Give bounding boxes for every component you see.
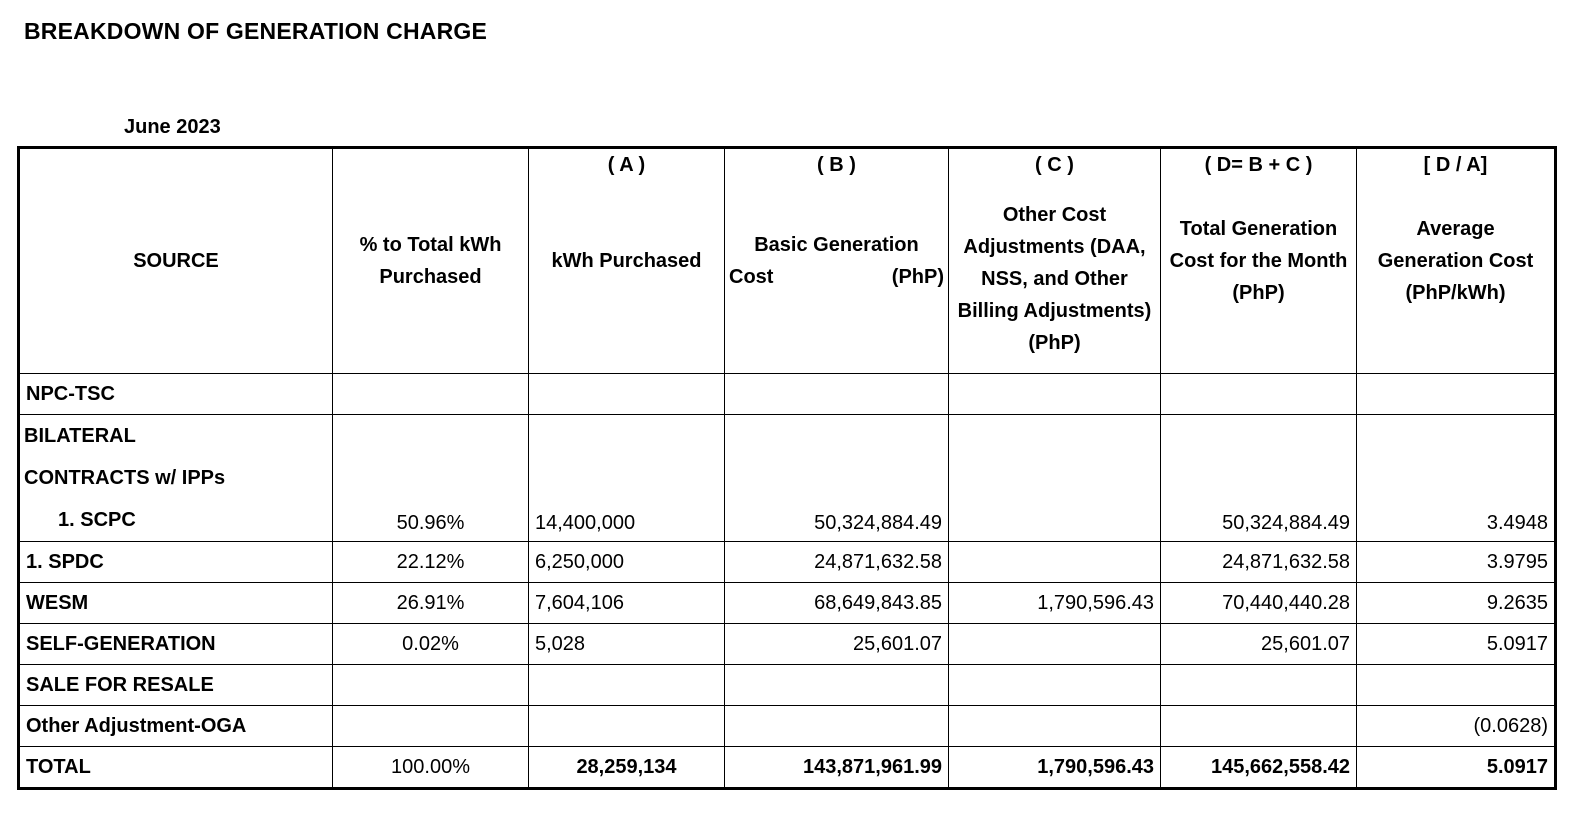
header-basic-label: Basic Generation Cost (PhP) (729, 229, 944, 293)
source-cell: 1. SPDC (18, 541, 333, 583)
pct-cell: 0.02% (332, 623, 529, 665)
pct-cell: 22.12% (332, 541, 529, 583)
pct-cell (332, 705, 529, 747)
source-cell: SELF-GENERATION (18, 623, 333, 665)
table-row: Other Adjustment-OGA (0.0628) (18, 705, 1556, 747)
header-total-label: Total Generation Cost for the Month (PhP… (1169, 218, 1348, 304)
header-total-code: ( D= B + C ) (1204, 154, 1313, 176)
table-row: 1. SPDC 22.12% 6,250,000 24,871,632.58 2… (18, 541, 1556, 583)
basic-cell: 25,601.07 (724, 623, 949, 665)
pct-cell (332, 664, 529, 706)
other-cell: 1,790,596.43 (948, 582, 1161, 624)
header-avg: [ D / A] Average Generation Cost (PhP/kW… (1356, 147, 1556, 374)
total-cell: 70,440,440.28 (1160, 582, 1357, 624)
source-cell: TOTAL (18, 746, 333, 789)
total-cell (1160, 664, 1357, 706)
kwh-cell: 6,250,000 (528, 541, 725, 583)
other-cell (948, 373, 1161, 415)
source-cell: SALE FOR RESALE (18, 664, 333, 706)
other-cell (948, 414, 1161, 542)
table-row: BILATERAL CONTRACTS w/ IPPs 1. SCPC 50.9… (18, 414, 1556, 542)
total-row: TOTAL 100.00% 28,259,134 143,871,961.99 … (18, 746, 1556, 789)
source-cell: NPC-TSC (18, 373, 333, 415)
pct-cell (332, 373, 529, 415)
kwh-cell: 5,028 (528, 623, 725, 665)
basic-cell: 50,324,884.49 (724, 414, 949, 542)
header-basic-line1: Basic Generation (754, 234, 919, 256)
kwh-cell: 14,400,000 (528, 414, 725, 542)
basic-cell (724, 373, 949, 415)
avg-cell: 5.0917 (1356, 746, 1556, 789)
avg-cell: 3.4948 (1356, 414, 1556, 542)
avg-cell: 5.0917 (1356, 623, 1556, 665)
total-cell: 145,662,558.42 (1160, 746, 1357, 789)
other-cell: 1,790,596.43 (948, 746, 1161, 789)
avg-cell: (0.0628) (1356, 705, 1556, 747)
header-pct: % to Total kWh Purchased (332, 147, 529, 374)
header-basic-code: ( B ) (817, 154, 856, 176)
table-row: WESM 26.91% 7,604,106 68,649,843.85 1,79… (18, 582, 1556, 624)
other-cell (948, 541, 1161, 583)
avg-cell (1356, 373, 1556, 415)
header-avg-label: Average Generation Cost (PhP/kWh) (1377, 218, 1534, 304)
header-row: SOURCE % to Total kWh Purchased ( A ) kW… (18, 147, 1556, 374)
basic-cell: 143,871,961.99 (724, 746, 949, 789)
total-cell (1160, 373, 1357, 415)
header-kwh-label: kWh Purchased (551, 250, 702, 272)
kwh-cell: 28,259,134 (528, 746, 725, 789)
source-line: CONTRACTS w/ IPPs (24, 467, 226, 489)
period-label: June 2023 (124, 116, 221, 138)
header-pct-label: % to Total kWh Purchased (359, 234, 502, 288)
header-avg-code: [ D / A] (1423, 154, 1488, 176)
header-basic: ( B ) Basic Generation Cost (PhP) (724, 147, 949, 374)
generation-charge-table: SOURCE % to Total kWh Purchased ( A ) kW… (17, 146, 1557, 790)
basic-cell: 68,649,843.85 (724, 582, 949, 624)
header-basic-line2a: Cost (729, 266, 774, 288)
avg-cell: 9.2635 (1356, 582, 1556, 624)
pct-cell: 50.96% (332, 414, 529, 542)
source-sub-item: 1. SCPC (58, 509, 136, 531)
table-row: NPC-TSC (18, 373, 1556, 415)
header-total: ( D= B + C ) Total Generation Cost for t… (1160, 147, 1357, 374)
other-cell (948, 623, 1161, 665)
total-cell: 25,601.07 (1160, 623, 1357, 665)
header-source: SOURCE (18, 147, 333, 374)
kwh-cell (528, 664, 725, 706)
source-line: BILATERAL (24, 425, 136, 447)
total-cell: 24,871,632.58 (1160, 541, 1357, 583)
header-other-code: ( C ) (1035, 154, 1074, 176)
pct-cell: 100.00% (332, 746, 529, 789)
total-cell (1160, 705, 1357, 747)
header-other: ( C ) Other Cost Adjustments (DAA, NSS, … (948, 147, 1161, 374)
avg-cell (1356, 664, 1556, 706)
basic-cell: 24,871,632.58 (724, 541, 949, 583)
basic-cell (724, 705, 949, 747)
table-row: SELF-GENERATION 0.02% 5,028 25,601.07 25… (18, 623, 1556, 665)
pct-cell: 26.91% (332, 582, 529, 624)
source-cell: Other Adjustment-OGA (18, 705, 333, 747)
source-cell: WESM (18, 582, 333, 624)
kwh-cell: 7,604,106 (528, 582, 725, 624)
header-source-label: SOURCE (133, 250, 219, 272)
avg-cell: 3.9795 (1356, 541, 1556, 583)
header-basic-line2b: (PhP) (891, 266, 944, 288)
header-other-label: Other Cost Adjustments (DAA, NSS, and Ot… (957, 204, 1152, 354)
kwh-cell (528, 705, 725, 747)
basic-cell (724, 664, 949, 706)
kwh-cell (528, 373, 725, 415)
total-cell: 50,324,884.49 (1160, 414, 1357, 542)
table-row: SALE FOR RESALE (18, 664, 1556, 706)
header-kwh-code: ( A ) (607, 154, 646, 176)
page-title: BREAKDOWN OF GENERATION CHARGE (24, 18, 488, 44)
source-cell: BILATERAL CONTRACTS w/ IPPs 1. SCPC (18, 414, 333, 542)
header-kwh: ( A ) kWh Purchased (528, 147, 725, 374)
other-cell (948, 664, 1161, 706)
other-cell (948, 705, 1161, 747)
